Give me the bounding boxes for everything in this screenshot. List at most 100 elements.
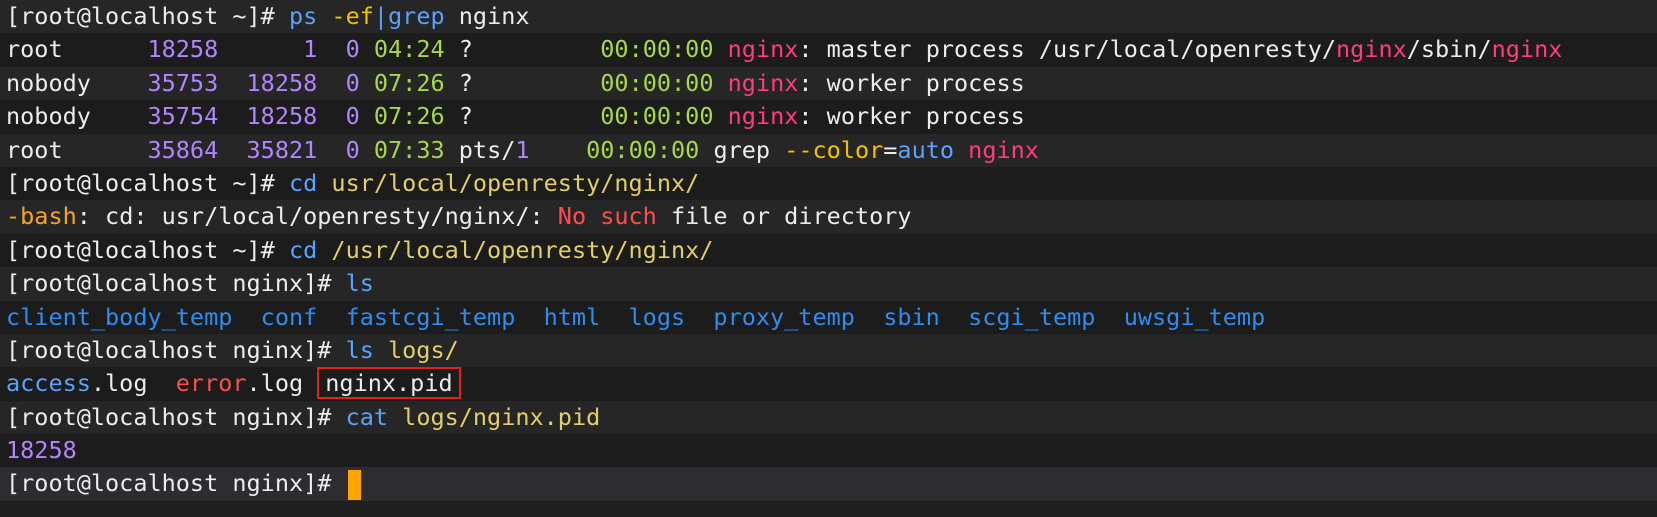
- terminal-text: grep: [699, 135, 785, 164]
- terminal-text: root: [6, 135, 148, 164]
- terminal-line: [root@localhost nginx]# ls logs/: [0, 333, 1657, 368]
- terminal-text: 00:00:00: [600, 68, 714, 97]
- terminal-text: 07:26: [373, 68, 445, 97]
- terminal-text: : cd: usr/local/openresty/nginx/:: [76, 202, 558, 231]
- terminal-line: nobody 35753 18258 0 07:26 ? 00:00:00 ng…: [0, 66, 1657, 101]
- terminal-text: scgi_temp: [968, 302, 1096, 331]
- terminal-text: ?: [444, 102, 488, 131]
- terminal-text: html: [543, 302, 601, 331]
- terminal-cursor[interactable]: [347, 469, 361, 500]
- terminal-text: 18258: [147, 35, 219, 64]
- terminal-text: 18258: [6, 436, 77, 465]
- terminal-text: : worker process: [798, 68, 1025, 97]
- terminal-text: 00:00:00: [600, 102, 714, 131]
- terminal-text: [root@localhost nginx]#: [6, 402, 346, 431]
- terminal-text: [root@localhost nginx]#: [6, 335, 346, 364]
- terminal-text: nginx: [968, 135, 1039, 164]
- terminal-text: 07:26: [373, 102, 445, 131]
- terminal-text: cd: [288, 168, 318, 197]
- terminal-line: nobody 35754 18258 0 07:26 ? 00:00:00 ng…: [0, 100, 1657, 134]
- terminal-text: .log: [246, 369, 318, 398]
- terminal-text: access: [6, 369, 91, 398]
- terminal-text: pts/: [444, 135, 516, 164]
- terminal-text: .log: [90, 369, 176, 398]
- terminal-text: 1: [515, 135, 530, 164]
- terminal-text: nginx: [727, 102, 799, 131]
- terminal-text: /usr/local/openresty/nginx/: [331, 235, 714, 264]
- terminal-text: fastcgi_temp: [345, 302, 516, 331]
- terminal-text: |: [373, 2, 389, 30]
- terminal-text: 18258: [246, 102, 318, 131]
- terminal-line: [root@localhost nginx]#: [0, 467, 1657, 501]
- terminal-text: logs: [628, 302, 686, 331]
- terminal-text: --color: [784, 135, 884, 164]
- terminal-text: -ef: [331, 2, 374, 30]
- terminal-text: -bash: [6, 202, 77, 231]
- terminal-line: [root@localhost nginx]# cat logs/nginx.p…: [0, 400, 1657, 435]
- terminal-text: nobody: [6, 68, 148, 97]
- terminal-text: No such: [557, 202, 657, 231]
- terminal-text: nginx: [1491, 35, 1563, 64]
- terminal-text: 35753: [147, 68, 219, 97]
- terminal-line: -bash: cd: usr/local/openresty/nginx/: N…: [0, 200, 1657, 234]
- terminal-text: error: [175, 369, 247, 398]
- terminal-text: ls: [345, 269, 374, 298]
- terminal-text: ?: [444, 35, 488, 64]
- terminal-text: 0: [345, 102, 360, 131]
- terminal-text: auto: [897, 135, 955, 164]
- terminal-text: sbin: [883, 302, 940, 331]
- terminal-text: cat: [345, 402, 389, 431]
- terminal-text: 00:00:00: [586, 135, 700, 164]
- terminal-text: [root@localhost ~]#: [6, 235, 289, 264]
- terminal-line: 18258: [0, 434, 1657, 468]
- terminal-text: =: [883, 135, 898, 164]
- terminal-text: nginx: [1336, 35, 1407, 64]
- terminal-window[interactable]: [root@localhost ~]# ps -ef|grep nginx roo…: [0, 0, 1657, 517]
- terminal-text: 07:33: [373, 135, 445, 164]
- terminal-text: [root@localhost nginx]#: [6, 469, 346, 498]
- terminal-text: /sbin/: [1406, 35, 1492, 64]
- terminal-text: 1: [303, 35, 318, 64]
- terminal-text: : master process /usr/local/openresty/: [798, 35, 1337, 64]
- terminal-text: 35864: [147, 135, 219, 164]
- terminal-text: nobody: [6, 102, 148, 131]
- terminal-text: nginx: [444, 2, 530, 30]
- terminal-text: usr/local/openresty/nginx/: [331, 168, 700, 197]
- terminal-text: nginx: [727, 35, 799, 64]
- terminal-line: root 35864 35821 0 07:33 pts/1 00:00:00 …: [0, 133, 1657, 167]
- terminal-text: cd: [288, 235, 318, 264]
- terminal-text: nginx: [727, 68, 799, 97]
- terminal-text: 00:00:00: [600, 35, 714, 64]
- terminal-text: root: [6, 35, 148, 64]
- terminal-line: [root@localhost ~]# ps -ef|grep nginx: [0, 0, 1657, 34]
- terminal-text: [root@localhost ~]#: [6, 2, 289, 30]
- terminal-text: file or directory: [656, 202, 912, 231]
- terminal-text: [root@localhost ~]#: [6, 168, 289, 197]
- terminal-text: [root@localhost nginx]#: [6, 269, 346, 298]
- terminal-text: ps: [288, 2, 318, 30]
